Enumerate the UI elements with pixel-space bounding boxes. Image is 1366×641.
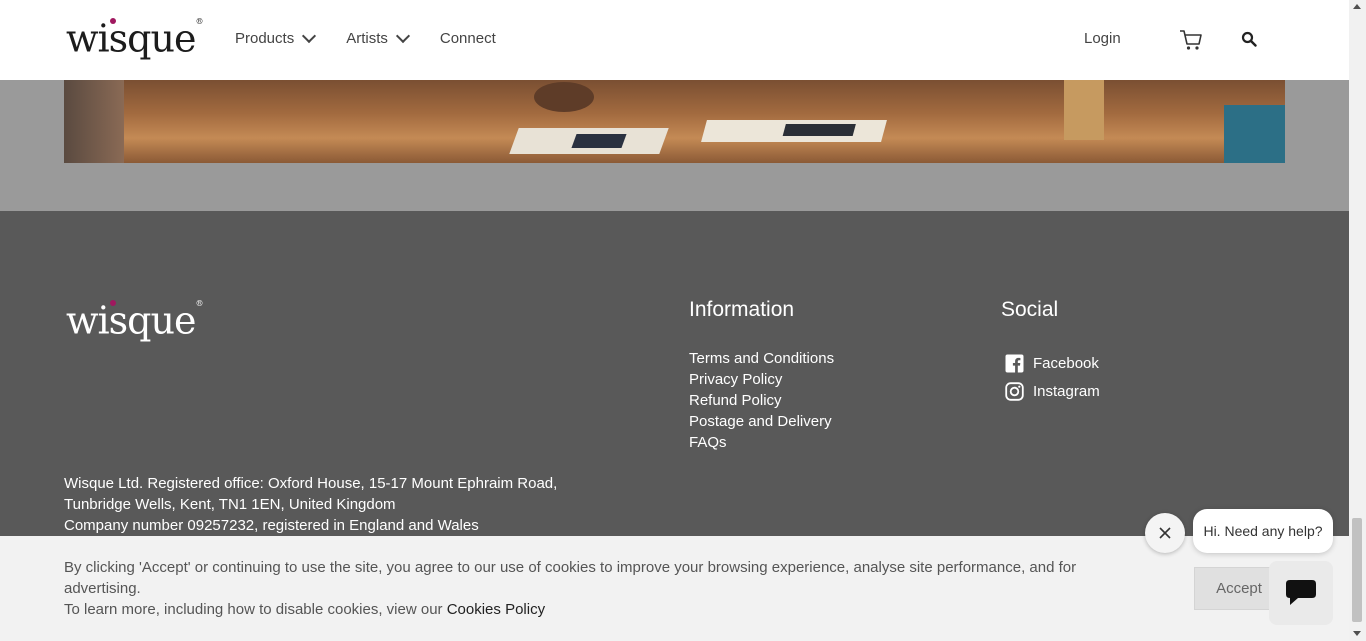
nav-item-label: Artists bbox=[346, 30, 388, 47]
nav-item-label: Connect bbox=[439, 30, 496, 47]
social-link-label: Instagram bbox=[1033, 382, 1100, 400]
cookie-banner: By clicking 'Accept' or continuing to us… bbox=[0, 536, 1349, 641]
address-line: Wisque Ltd. Registered office: Oxford Ho… bbox=[64, 475, 558, 492]
cookie-more-prefix: To learn more, including how to disable … bbox=[64, 601, 447, 618]
nav-item-label: Products bbox=[235, 30, 295, 47]
close-icon bbox=[1159, 527, 1171, 539]
scroll-down-arrow-icon[interactable] bbox=[1353, 631, 1361, 636]
hero-image-cup bbox=[1224, 105, 1285, 163]
login-link[interactable]: Login bbox=[1084, 30, 1121, 47]
information-heading: Information bbox=[689, 298, 795, 321]
company-number: Company number 09257232, registered in E… bbox=[64, 517, 479, 534]
footer-link-terms[interactable]: Terms and Conditions bbox=[689, 348, 834, 369]
facebook-icon bbox=[1005, 354, 1024, 372]
nav-item-products[interactable]: Products bbox=[235, 28, 317, 47]
information-links: Terms and Conditions Privacy Policy Refu… bbox=[689, 348, 834, 453]
instagram-icon bbox=[1005, 381, 1024, 401]
footer-link-postage[interactable]: Postage and Delivery bbox=[689, 411, 834, 432]
cookie-more-info: To learn more, including how to disable … bbox=[64, 599, 1144, 620]
social-link-label: Facebook bbox=[1033, 354, 1099, 372]
logo-text: wisque bbox=[66, 16, 196, 61]
hero-image-print bbox=[701, 120, 887, 142]
chat-dismiss-button[interactable] bbox=[1145, 513, 1185, 553]
scroll-up-arrow-icon[interactable] bbox=[1353, 4, 1361, 9]
social-link-facebook[interactable]: Facebook bbox=[1005, 349, 1100, 377]
hero-image-bowl bbox=[534, 82, 594, 112]
social-link-instagram[interactable]: Instagram bbox=[1005, 377, 1100, 405]
address-line: Tunbridge Wells, Kent, TN1 1EN, United K… bbox=[64, 496, 396, 513]
site-logo[interactable]: wisque® bbox=[66, 14, 203, 61]
hero-image bbox=[64, 80, 1285, 163]
cookie-message: By clicking 'Accept' or continuing to us… bbox=[64, 557, 1144, 620]
footer-link-refund[interactable]: Refund Policy bbox=[689, 390, 834, 411]
hero-image-jar bbox=[1064, 80, 1104, 140]
footer-link-faqs[interactable]: FAQs bbox=[689, 432, 834, 453]
chat-icon bbox=[1286, 580, 1316, 605]
social-links: Facebook Instagram bbox=[1005, 349, 1100, 405]
chevron-down-icon bbox=[302, 28, 317, 44]
chevron-down-icon bbox=[395, 28, 410, 44]
chat-greeting-bubble[interactable]: Hi. Need any help? bbox=[1193, 509, 1333, 553]
nav-item-connect[interactable]: Connect bbox=[440, 30, 496, 47]
scrollbar-thumb[interactable] bbox=[1352, 518, 1362, 622]
cookie-consent-text: By clicking 'Accept' or continuing to us… bbox=[64, 559, 1077, 597]
cart-icon[interactable] bbox=[1178, 28, 1204, 52]
logo-dot bbox=[110, 18, 116, 24]
hero-image-print bbox=[509, 128, 669, 154]
logo-dot bbox=[110, 300, 116, 306]
logo-registered-mark: ® bbox=[195, 17, 204, 26]
social-heading: Social bbox=[1001, 298, 1059, 321]
company-address: Wisque Ltd. Registered office: Oxford Ho… bbox=[64, 473, 557, 536]
chat-launcher-button[interactable] bbox=[1269, 561, 1333, 625]
hero-image-wall bbox=[64, 80, 124, 163]
main-nav: Products Artists Connect bbox=[235, 28, 528, 47]
nav-item-artists[interactable]: Artists bbox=[346, 28, 410, 47]
site-header: wisque® Products Artists Connect Login bbox=[0, 0, 1349, 80]
logo-registered-mark: ® bbox=[195, 299, 204, 308]
footer-logo[interactable]: wisque® bbox=[66, 296, 203, 343]
search-icon[interactable] bbox=[1241, 31, 1257, 47]
footer-link-privacy[interactable]: Privacy Policy bbox=[689, 369, 834, 390]
cookies-policy-link[interactable]: Cookies Policy bbox=[447, 601, 545, 618]
footer-logo-text: wisque bbox=[66, 298, 196, 343]
